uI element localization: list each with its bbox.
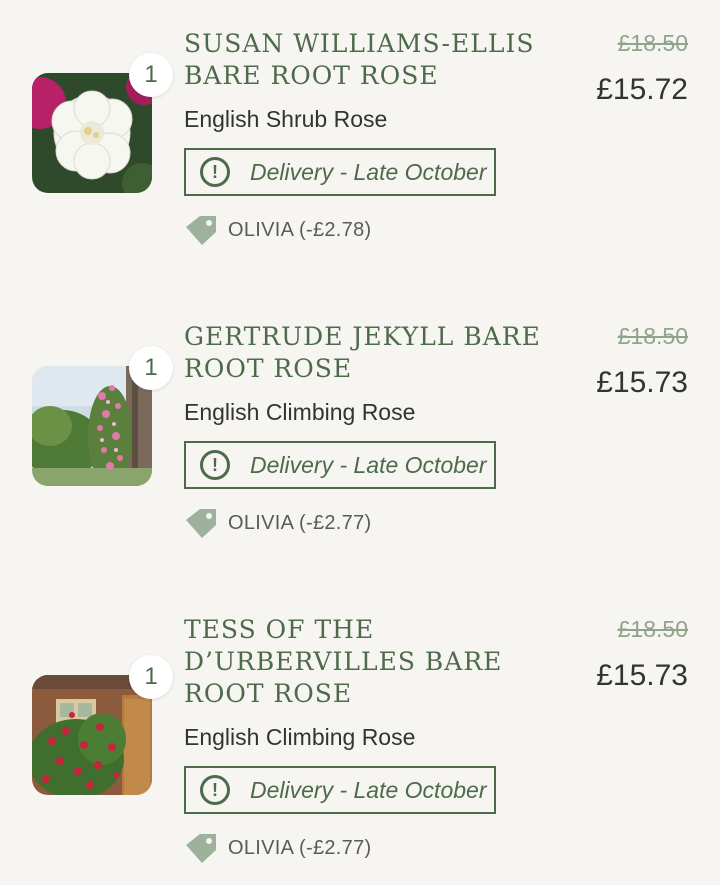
product-title[interactable]: GERTRUDE JEKYLL BARE ROOT ROSE — [184, 321, 544, 385]
title-line: D’URBERVILLES BARE — [184, 647, 503, 676]
promo-discount: OLIVIA (-£2.78) — [184, 213, 371, 247]
delivery-notice: ! Delivery - Late October — [184, 766, 496, 814]
title-line: ROOT ROSE — [184, 679, 353, 708]
red-climbing-rose-wall-photo — [32, 675, 152, 795]
price-tag-icon — [186, 509, 216, 538]
delivery-notice: ! Delivery - Late October — [184, 441, 496, 489]
product-subtitle: English Shrub Rose — [184, 106, 388, 132]
delivery-text: Delivery - Late October — [250, 451, 487, 478]
title-line: TESS OF THE — [184, 615, 375, 644]
quantity-badge[interactable]: 1 — [129, 53, 173, 97]
product-subtitle: English Climbing Rose — [184, 399, 416, 425]
current-price: £15.72 — [596, 73, 688, 106]
quantity-badge[interactable]: 1 — [129, 655, 173, 699]
current-price: £15.73 — [596, 366, 688, 399]
product-image[interactable] — [32, 73, 152, 193]
exclamation-circle-icon: ! — [200, 775, 230, 805]
title-line: ROOT ROSE — [184, 354, 353, 383]
delivery-text: Delivery - Late October — [250, 776, 487, 803]
product-title[interactable]: SUSAN WILLIAMS-ELLIS BARE ROOT ROSE — [184, 28, 544, 92]
product-image[interactable] — [32, 675, 152, 795]
original-price: £18.50 — [617, 30, 688, 56]
promo-discount: OLIVIA (-£2.77) — [184, 831, 371, 865]
promo-code-text: OLIVIA (-£2.77) — [228, 836, 372, 859]
title-line: GERTRUDE JEKYLL BARE — [184, 322, 541, 351]
price-tag-icon — [186, 834, 216, 863]
product-image[interactable] — [32, 366, 152, 486]
quantity-badge[interactable]: 1 — [129, 346, 173, 390]
exclamation-circle-icon: ! — [200, 450, 230, 480]
price-tag-icon — [186, 216, 216, 245]
original-price: £18.50 — [617, 323, 688, 349]
original-price: £18.50 — [617, 616, 688, 642]
title-line: BARE ROOT ROSE — [184, 61, 439, 90]
delivery-notice: ! Delivery - Late October — [184, 148, 496, 196]
product-subtitle: English Climbing Rose — [184, 724, 416, 750]
title-line: SUSAN WILLIAMS-ELLIS — [184, 29, 535, 58]
current-price: £15.73 — [596, 659, 688, 692]
promo-code-text: OLIVIA (-£2.78) — [228, 218, 372, 241]
promo-discount: OLIVIA (-£2.77) — [184, 506, 371, 540]
pink-climbing-rose-garden-photo — [32, 366, 152, 486]
delivery-text: Delivery - Late October — [250, 158, 487, 185]
promo-code-text: OLIVIA (-£2.77) — [228, 511, 372, 534]
product-title[interactable]: TESS OF THE D’URBERVILLES BARE ROOT ROSE — [184, 614, 544, 710]
white-rose-photo — [32, 73, 152, 193]
exclamation-circle-icon: ! — [200, 157, 230, 187]
